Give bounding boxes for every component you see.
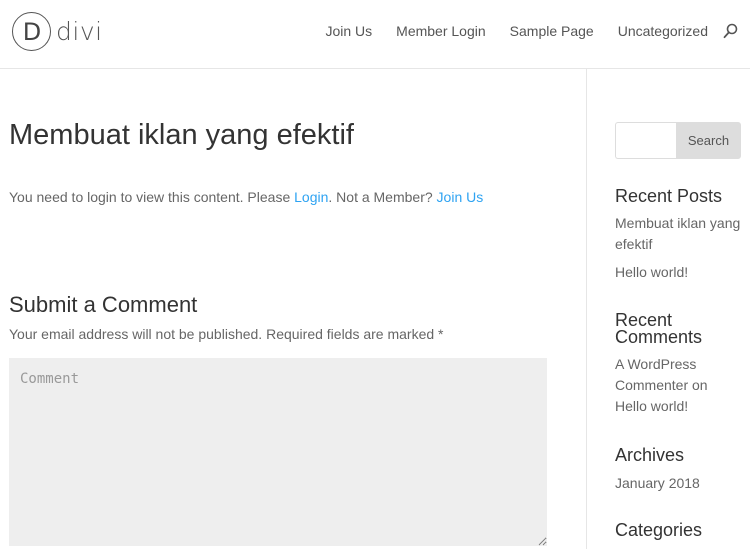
main-nav: Join Us Member Login Sample Page Uncateg… xyxy=(325,0,750,62)
nav-uncategorized[interactable]: Uncategorized xyxy=(618,23,708,39)
categories-title: Categories xyxy=(615,520,703,540)
logo-letter: D xyxy=(22,17,42,46)
comment-heading: Submit a Comment xyxy=(9,292,198,317)
login-msg-prefix: You need to login to view this content. … xyxy=(9,189,295,205)
site-header: D divi Join Us Member Login Sample Page … xyxy=(0,0,750,69)
recent-posts-title: Recent Posts xyxy=(615,186,723,206)
archive-link[interactable]: January 2018 xyxy=(615,473,700,494)
comment-notes: Your email address will not be published… xyxy=(9,326,444,342)
nav-sample-page[interactable]: Sample Page xyxy=(510,23,594,39)
logo-circle: D xyxy=(12,12,51,51)
sidebar-search-button[interactable]: Search xyxy=(676,122,741,159)
archives-title: Archives xyxy=(615,445,685,465)
comment-textarea[interactable] xyxy=(9,358,547,546)
recent-post-link[interactable]: Hello world! xyxy=(615,262,688,283)
join-us-link[interactable]: Join Us xyxy=(437,189,484,205)
page-title: Membuat iklan yang efektif xyxy=(9,119,354,151)
sidebar-search-input[interactable] xyxy=(615,122,676,159)
login-msg-middle: . Not a Member? xyxy=(328,189,437,205)
recent-comments-title: Recent Comments xyxy=(615,310,703,347)
login-link[interactable]: Login xyxy=(294,189,328,205)
sidebar-search: Search xyxy=(615,122,741,159)
nav-member-login[interactable]: Member Login xyxy=(396,23,486,39)
logo-text: divi xyxy=(56,17,103,46)
recent-comment-item[interactable]: A WordPress Commenter on Hello world! xyxy=(615,354,725,417)
sidebar-divider xyxy=(586,69,587,549)
login-message: You need to login to view this content. … xyxy=(9,189,483,205)
site-logo[interactable]: D divi xyxy=(12,12,103,51)
recent-post-link[interactable]: Membuat iklan yang efektif xyxy=(615,213,745,255)
search-icon[interactable] xyxy=(722,22,738,40)
resize-grip-icon[interactable] xyxy=(538,537,547,546)
nav-join-us[interactable]: Join Us xyxy=(325,23,372,39)
